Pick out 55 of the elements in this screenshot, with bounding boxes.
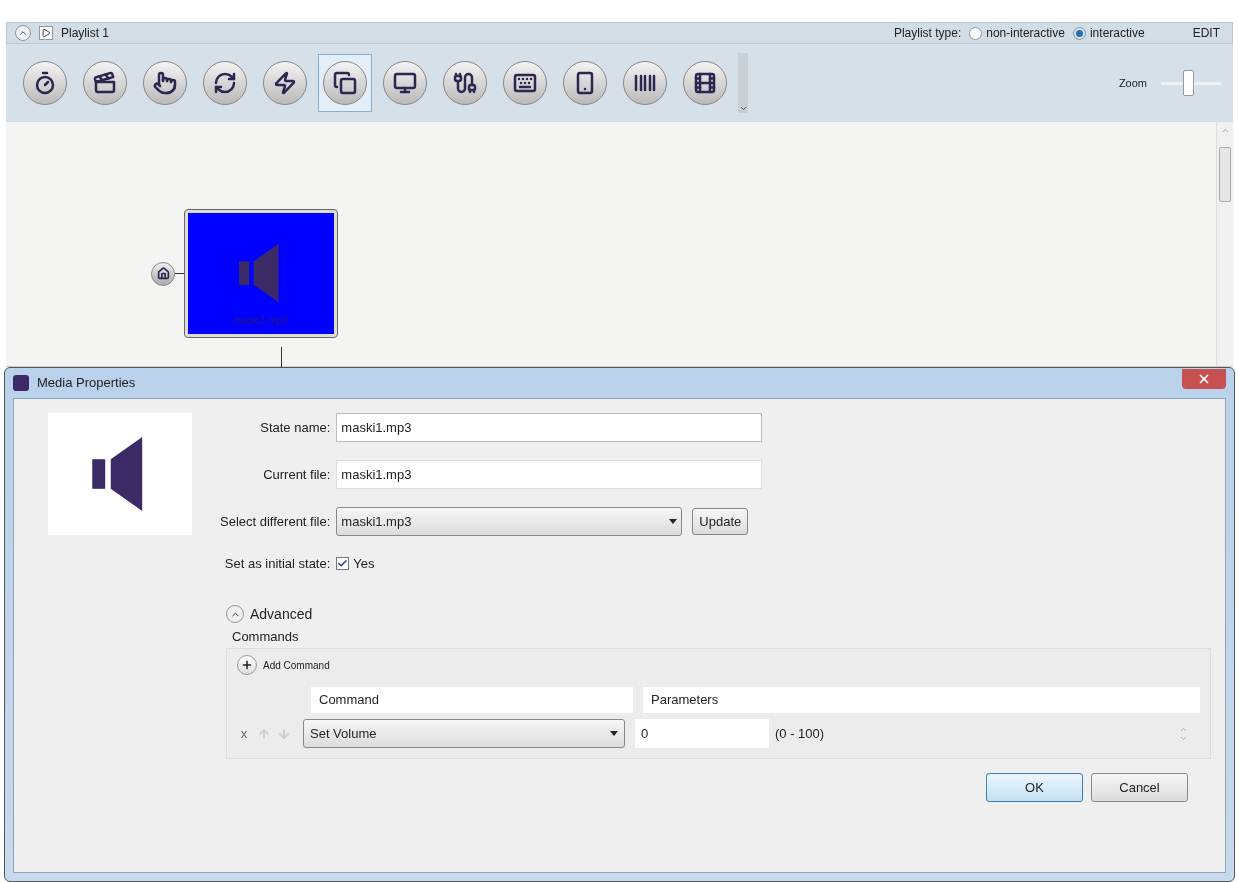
field-label: Current file:: [262, 465, 331, 484]
stopwatch-icon: [33, 71, 57, 95]
plus-icon: [241, 659, 253, 671]
checkbox-label: Yes: [353, 555, 375, 573]
field-label: Select different file:: [220, 512, 331, 531]
playlist-type-label: Playlist type:: [893, 25, 962, 42]
home-icon: [156, 267, 170, 280]
node-label: maski1.mp3: [234, 314, 288, 328]
checkbox[interactable]: [336, 557, 350, 571]
slider-thumb[interactable]: [1183, 70, 1194, 96]
vertical-scrollbar[interactable]: [1216, 122, 1233, 366]
update-button[interactable]: Update: [692, 508, 749, 535]
field-label: State name:: [259, 418, 331, 437]
collapse-button[interactable]: [15, 25, 31, 41]
section-title: Commands: [232, 628, 299, 644]
caret-icon: [669, 519, 678, 524]
radio-button[interactable]: [1072, 26, 1086, 40]
column-header: Command: [311, 687, 633, 713]
caret-icon: [610, 731, 618, 736]
clapperboard-icon: [93, 71, 117, 95]
refresh-icon: [213, 71, 237, 95]
radio-label: interactive: [1089, 25, 1145, 42]
ok-button[interactable]: OK: [986, 773, 1083, 802]
radio-button[interactable]: [969, 26, 983, 40]
hand-pointer-icon: [153, 71, 177, 95]
close-button[interactable]: [1182, 369, 1226, 389]
command-dropdown[interactable]: Set Volume: [303, 719, 625, 748]
edit-link[interactable]: EDIT: [1192, 24, 1220, 42]
file-dropdown[interactable]: maski1.mp3: [336, 507, 683, 536]
home-node[interactable]: [151, 261, 175, 286]
app-logo-icon: [13, 375, 29, 391]
overlapping-squares-icon: [333, 71, 357, 95]
state-name-field[interactable]: maski1.mp3: [336, 413, 763, 442]
advanced-toggle[interactable]: Advanced: [226, 603, 1191, 625]
keyboard-icon: [513, 71, 537, 95]
remove-button[interactable]: x: [237, 723, 251, 744]
zoom-label: Zoom: [1118, 75, 1147, 91]
close-icon: [1197, 372, 1211, 386]
column-header: Parameters: [643, 687, 1200, 713]
field-label: Set as initial state:: [223, 555, 331, 573]
scrollbar-thumb[interactable]: [1219, 147, 1231, 202]
zoom-slider[interactable]: [1161, 68, 1221, 98]
chevron-down-icon: [738, 104, 748, 113]
parameter-range: (0 - 100): [775, 724, 825, 743]
monitor-icon: [393, 71, 417, 95]
current-file-field[interactable]: maski1.mp3: [336, 460, 763, 489]
playlist-title: Playlist 1: [61, 25, 110, 42]
play-icon: [39, 26, 53, 40]
dialog-title: Media Properties: [37, 374, 136, 393]
chevron-up-icon: [18, 28, 28, 38]
radio-label: non-interactive: [986, 25, 1065, 42]
parameter-field[interactable]: 0: [635, 719, 769, 748]
cancel-button[interactable]: Cancel: [1091, 773, 1188, 802]
toolbar-tool-button[interactable]: [318, 54, 372, 112]
add-command-button[interactable]: Add Command: [237, 655, 330, 675]
